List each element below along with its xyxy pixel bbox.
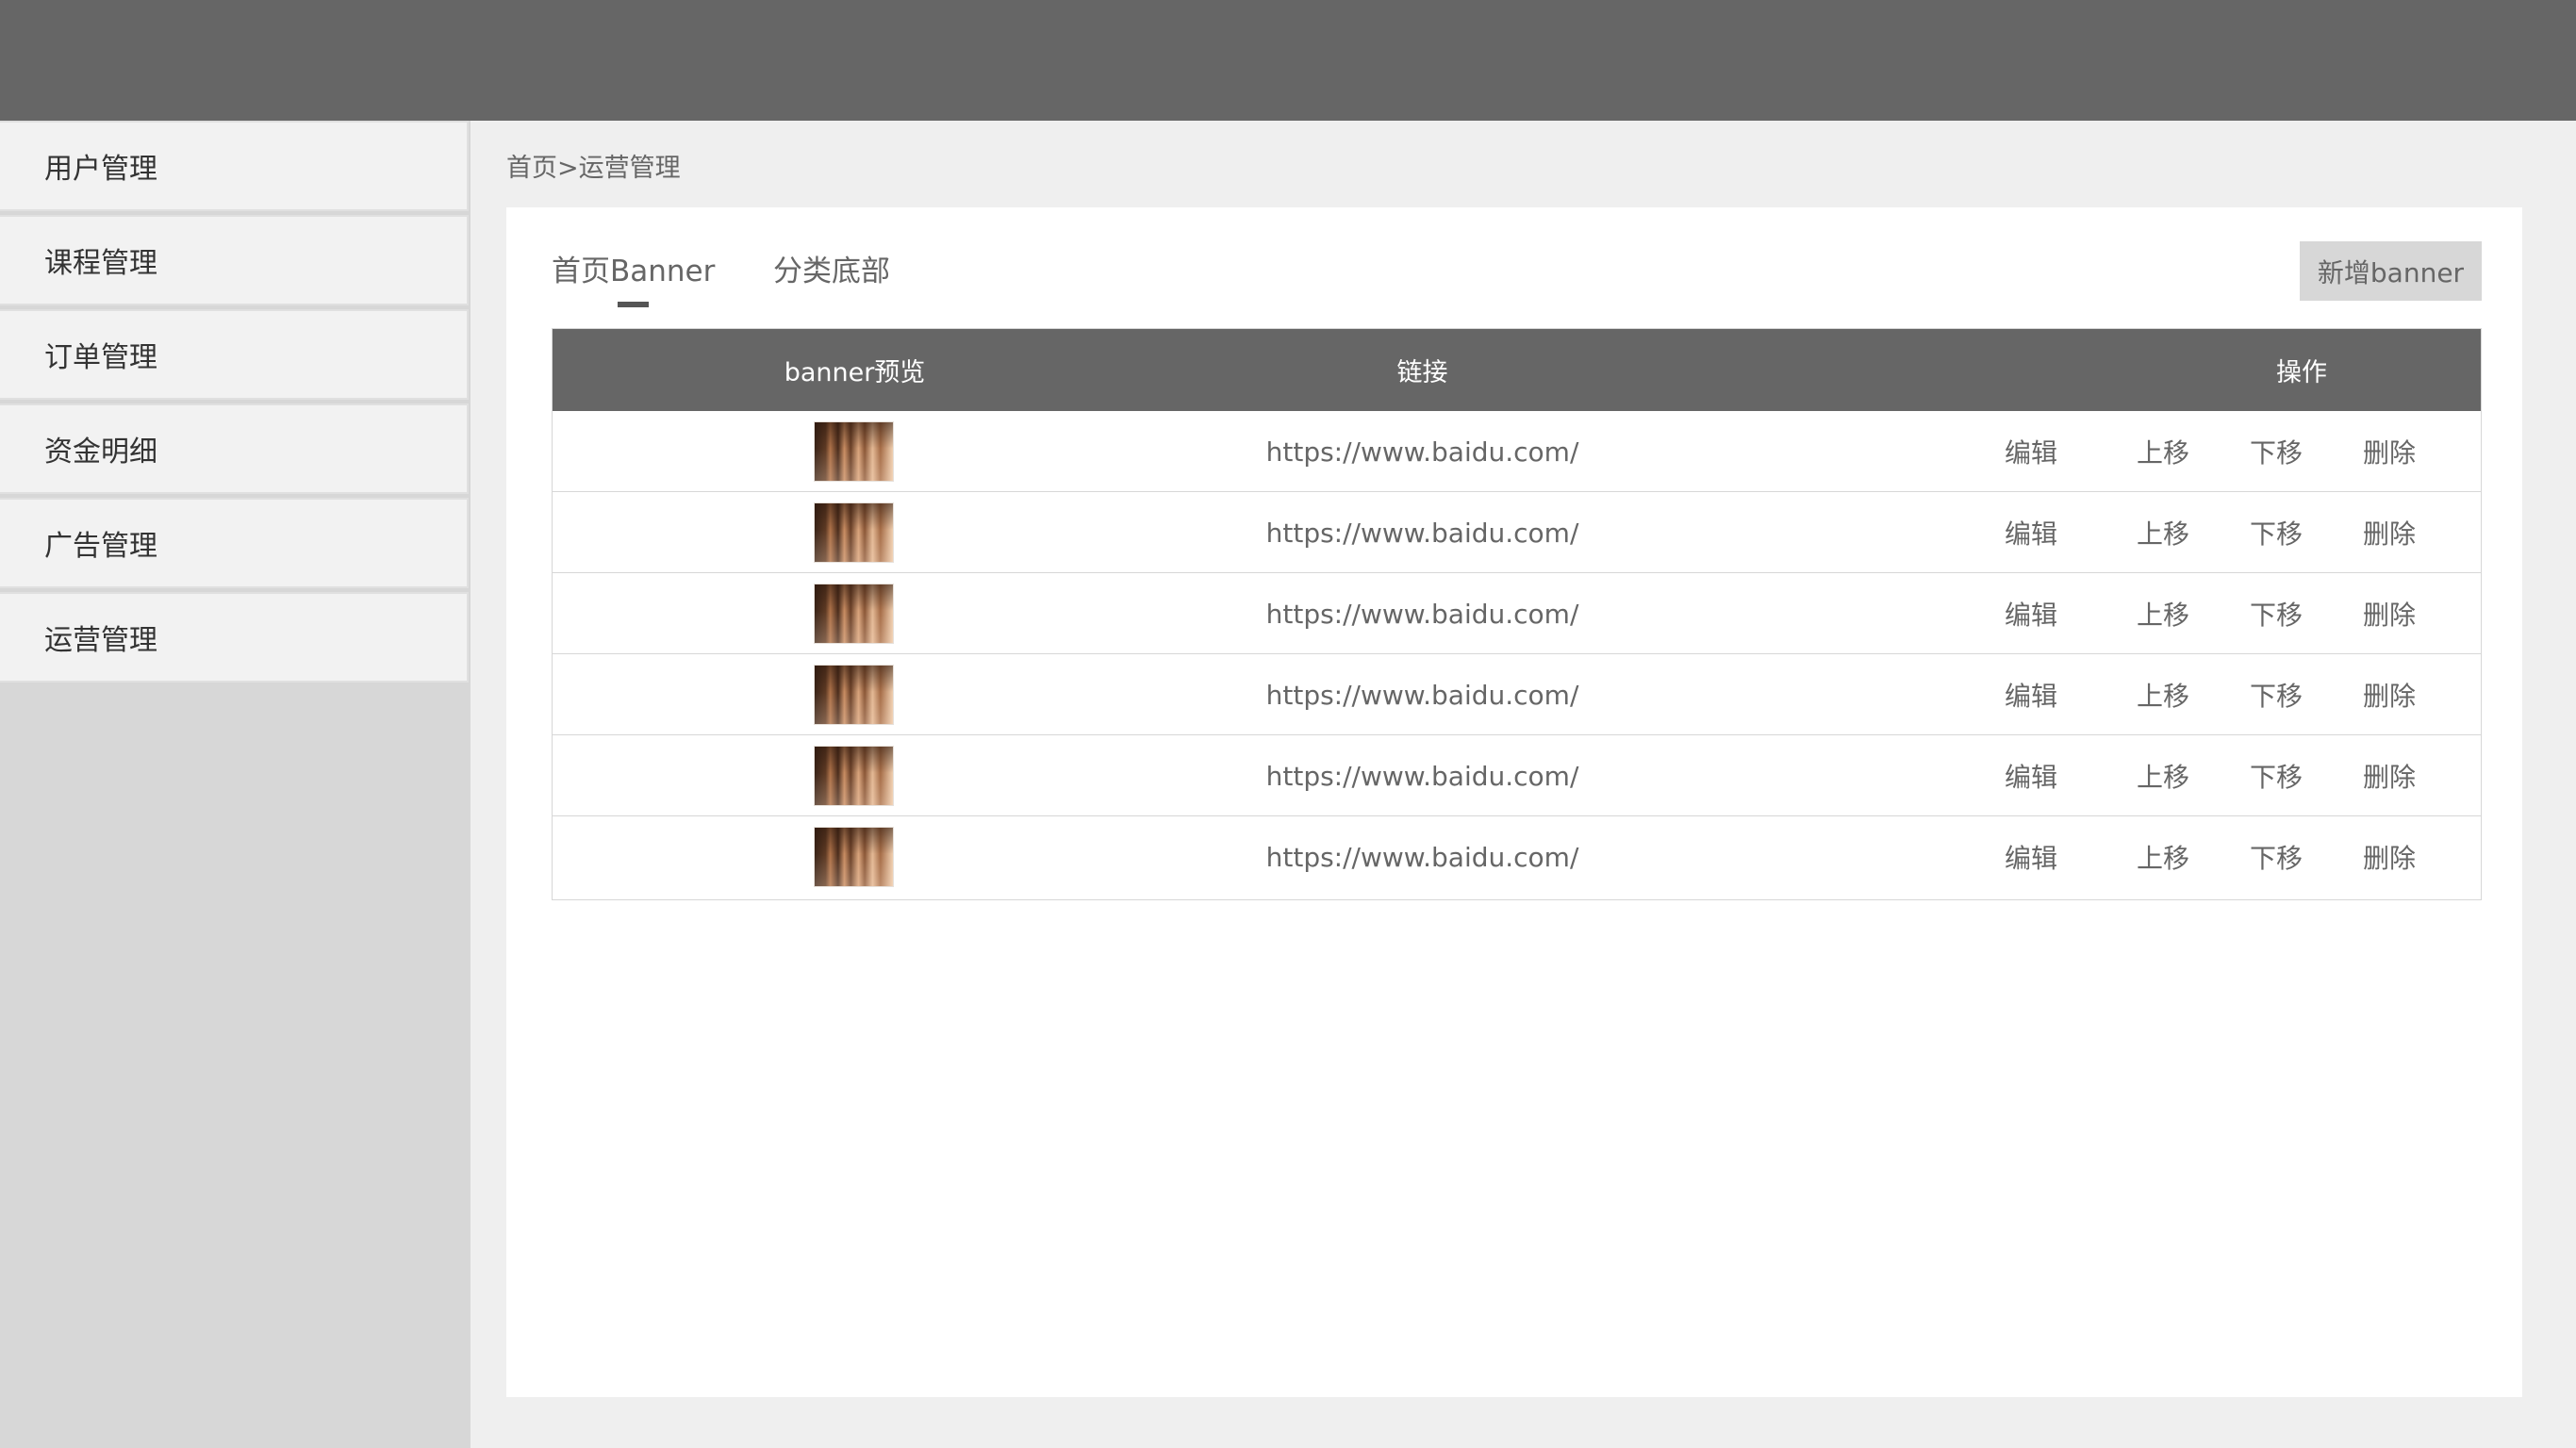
move-up-link[interactable]: 上移 <box>2137 735 2189 816</box>
table-row: https://www.baidu.com/ 编辑 上移 下移 删除 <box>553 735 2481 816</box>
table-row: https://www.baidu.com/ 编辑 上移 下移 删除 <box>553 573 2481 654</box>
delete-link[interactable]: 删除 <box>2363 492 2416 573</box>
table-row: https://www.baidu.com/ 编辑 上移 下移 删除 <box>553 654 2481 735</box>
banner-thumbnail <box>814 746 894 806</box>
banner-thumbnail <box>814 665 894 725</box>
top-header-bar <box>0 0 2576 121</box>
banner-link: https://www.baidu.com/ <box>1265 679 1579 711</box>
table-row: https://www.baidu.com/ 编辑 上移 下移 删除 <box>553 816 2481 897</box>
move-up-link[interactable]: 上移 <box>2137 492 2189 573</box>
edit-link[interactable]: 编辑 <box>2005 411 2057 492</box>
sidebar-item-user-management[interactable]: 用户管理 <box>0 121 469 211</box>
table-header: banner预览 链接 操作 <box>553 329 2481 411</box>
delete-link[interactable]: 删除 <box>2363 573 2416 654</box>
banner-link: https://www.baidu.com/ <box>1265 760 1579 792</box>
column-header-link: 链接 <box>1396 358 1448 387</box>
banner-table: banner预览 链接 操作 https://www.baidu.com/ 编辑… <box>552 328 2482 900</box>
banner-link: https://www.baidu.com/ <box>1265 598 1579 630</box>
active-tab-indicator <box>618 302 649 307</box>
sidebar-item-label: 资金明细 <box>44 436 157 469</box>
table-row: https://www.baidu.com/ 编辑 上移 下移 删除 <box>553 411 2481 492</box>
banner-thumbnail <box>814 584 894 644</box>
sidebar-item-order-management[interactable]: 订单管理 <box>0 309 469 400</box>
sidebar-item-ad-management[interactable]: 广告管理 <box>0 498 469 588</box>
banner-link: https://www.baidu.com/ <box>1265 517 1579 549</box>
move-up-link[interactable]: 上移 <box>2137 816 2189 897</box>
banner-thumbnail <box>814 502 894 563</box>
sidebar-item-course-management[interactable]: 课程管理 <box>0 215 469 305</box>
banner-link: https://www.baidu.com/ <box>1265 436 1579 468</box>
tab-home-banner[interactable]: 首页Banner <box>552 247 715 289</box>
banner-thumbnail <box>814 421 894 482</box>
move-down-link[interactable]: 下移 <box>2250 816 2303 897</box>
delete-link[interactable]: 删除 <box>2363 654 2416 735</box>
move-down-link[interactable]: 下移 <box>2250 735 2303 816</box>
edit-link[interactable]: 编辑 <box>2005 735 2057 816</box>
sidebar-item-label: 订单管理 <box>44 341 157 374</box>
column-header-actions: 操作 <box>2276 358 2327 387</box>
edit-link[interactable]: 编辑 <box>2005 492 2057 573</box>
delete-link[interactable]: 删除 <box>2363 411 2416 492</box>
banner-link: https://www.baidu.com/ <box>1265 841 1579 873</box>
sidebar-item-label: 广告管理 <box>44 530 157 563</box>
sidebar-item-label: 运营管理 <box>44 624 157 657</box>
sidebar: 用户管理 课程管理 订单管理 资金明细 广告管理 运营管理 <box>0 121 471 1448</box>
edit-link[interactable]: 编辑 <box>2005 573 2057 654</box>
breadcrumb: 首页>运营管理 <box>506 154 681 183</box>
sidebar-item-label: 课程管理 <box>44 247 157 280</box>
move-down-link[interactable]: 下移 <box>2250 573 2303 654</box>
tab-category-bottom[interactable]: 分类底部 <box>773 247 890 289</box>
table-row: https://www.baidu.com/ 编辑 上移 下移 删除 <box>553 492 2481 573</box>
move-down-link[interactable]: 下移 <box>2250 492 2303 573</box>
column-header-banner-preview: banner预览 <box>784 358 926 387</box>
move-down-link[interactable]: 下移 <box>2250 411 2303 492</box>
add-banner-button[interactable]: 新增banner <box>2300 241 2482 301</box>
edit-link[interactable]: 编辑 <box>2005 816 2057 897</box>
banner-thumbnail <box>814 827 894 887</box>
move-up-link[interactable]: 上移 <box>2137 573 2189 654</box>
sidebar-item-label: 用户管理 <box>44 153 157 186</box>
move-up-link[interactable]: 上移 <box>2137 411 2189 492</box>
sidebar-item-operations-management[interactable]: 运营管理 <box>0 592 469 683</box>
edit-link[interactable]: 编辑 <box>2005 654 2057 735</box>
delete-link[interactable]: 删除 <box>2363 735 2416 816</box>
sidebar-item-fund-details[interactable]: 资金明细 <box>0 403 469 494</box>
move-down-link[interactable]: 下移 <box>2250 654 2303 735</box>
delete-link[interactable]: 删除 <box>2363 816 2416 897</box>
move-up-link[interactable]: 上移 <box>2137 654 2189 735</box>
